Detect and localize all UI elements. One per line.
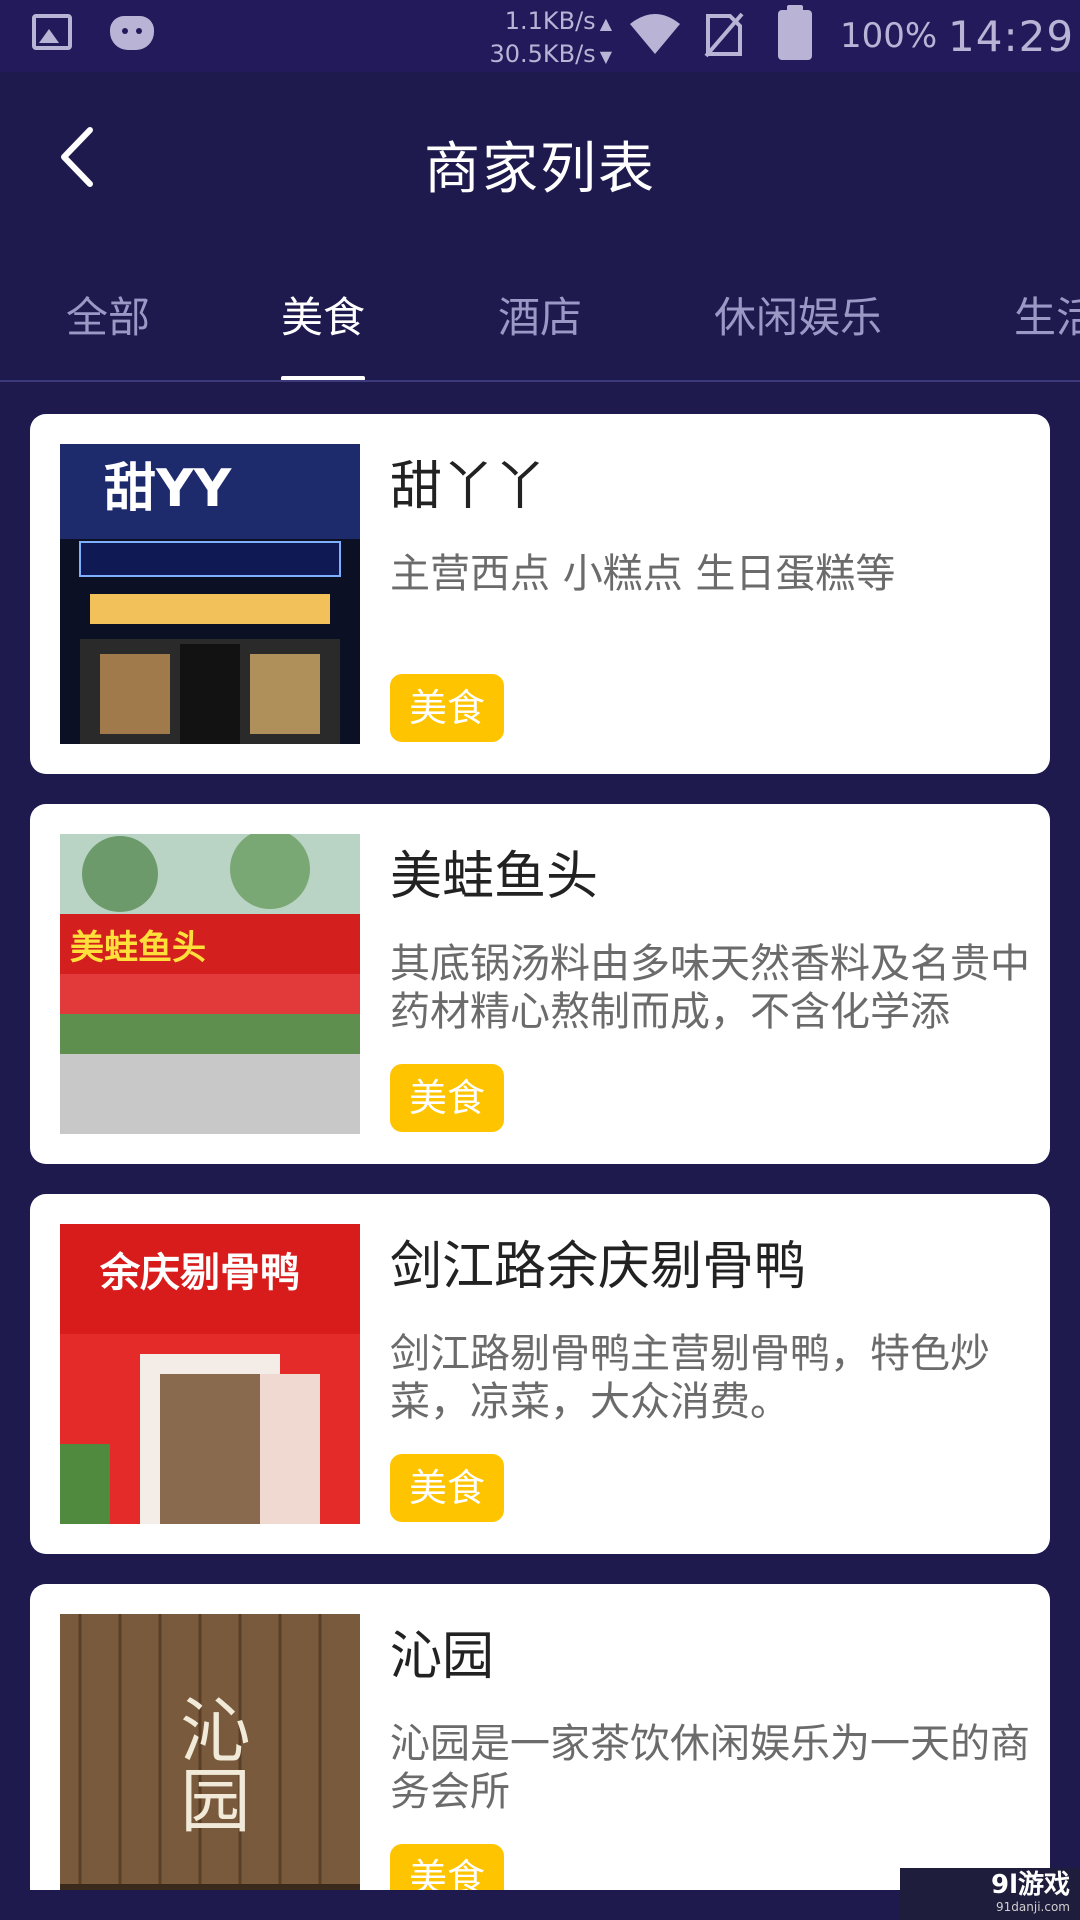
merchant-list: 甜YY 甜丫丫 主营西点 小糕点 生日蛋糕等 美食 美蛙鱼头 美蛙鱼头 其底锅汤… [30,414,1050,1890]
tab-leisure[interactable]: 休闲娱乐 [714,284,882,345]
shop-sign: 沁园 [169,1694,251,1834]
battery-icon [778,5,812,60]
tab-life[interactable]: 生活 [1014,284,1080,345]
merchant-photo: 甜YY [60,444,360,744]
merchant-photo: 余庆剔骨鸭 [60,1224,360,1524]
clock: 14:29 [948,12,1075,61]
bottom-edge [0,1890,900,1920]
merchant-name: 美蛙鱼头 [390,847,599,907]
shop-sign: 美蛙鱼头 [70,928,206,968]
merchant-photo: 沁园 [60,1614,360,1890]
merchant-name: 沁园 [390,1627,495,1687]
merchant-description: 剑江路剔骨鸭主营剔骨鸭，特色炒菜，凉菜，大众消费。 [390,1331,990,1425]
merchant-name: 剑江路余庆剔骨鸭 [390,1237,807,1297]
watermark-url: 91danji.com [996,1900,1070,1914]
tab-food[interactable]: 美食 [281,284,365,345]
category-tabs: 全部 美食 酒店 休闲娱乐 生活 [0,250,1080,382]
watermark-text: 9l游戏 [990,1870,1070,1900]
category-tag: 美食 [390,674,504,742]
merchant-photo: 美蛙鱼头 [60,834,360,1134]
list-item[interactable]: 沁园 沁园 沁园是一家茶饮休闲娱乐为一天的商务会所 美食 [30,1584,1050,1890]
active-tab-indicator [281,376,365,380]
no-sim-icon [704,12,744,58]
status-bar: 1.1KB/s ▲ 30.5KB/s ▼ 100% 14:29 [0,0,1080,72]
list-item[interactable]: 美蛙鱼头 美蛙鱼头 其底锅汤料由多味天然香料及名贵中药材精心熬制而成，不含化学添… [30,804,1050,1164]
category-tag: 美食 [390,1844,504,1890]
merchant-name: 甜丫丫 [390,457,547,517]
merchant-description: 主营西点 小糕点 生日蛋糕等 [390,551,896,597]
network-speed: 1.1KB/s ▲ 30.5KB/s ▼ [489,7,612,68]
list-item[interactable]: 余庆剔骨鸭 剑江路余庆剔骨鸭 剑江路剔骨鸭主营剔骨鸭，特色炒菜，凉菜，大众消费。… [30,1194,1050,1554]
watermark-logo: 9l游戏 91danji.com [900,1868,1080,1920]
tab-hotel[interactable]: 酒店 [498,284,582,345]
shop-sign: 甜YY [104,459,233,519]
merchant-description: 沁园是一家茶饮休闲娱乐为一天的商务会所 [390,1721,1030,1815]
battery-percentage: 100% [840,16,938,56]
category-tag: 美食 [390,1454,504,1522]
page-title: 商家列表 [424,137,656,202]
category-tag: 美食 [390,1064,504,1132]
image-icon [32,14,72,50]
merchant-description: 其底锅汤料由多味天然香料及名贵中药材精心熬制而成，不含化学添 [390,941,1030,1035]
header-bar: 商家列表 [0,72,1080,242]
tab-all[interactable]: 全部 [66,284,150,345]
pig-icon [110,16,154,50]
list-item[interactable]: 甜YY 甜丫丫 主营西点 小糕点 生日蛋糕等 美食 [30,414,1050,774]
wifi-icon [630,14,680,54]
shop-sign: 余庆剔骨鸭 [99,1249,300,1296]
